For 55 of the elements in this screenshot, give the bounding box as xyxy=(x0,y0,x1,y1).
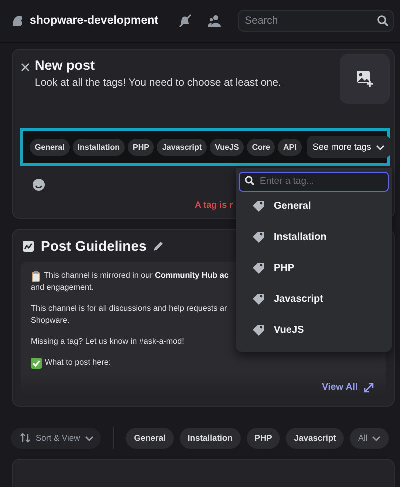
all-tags-button[interactable]: All xyxy=(350,428,389,448)
guideline-text: Missing a tag? Let us know in #ask-a-mod! xyxy=(31,336,184,348)
tag-option[interactable]: Installation xyxy=(239,222,389,253)
sort-view-button[interactable]: Sort & View xyxy=(11,428,102,448)
chevron-down-icon xyxy=(85,434,94,442)
tag-chip[interactable]: Javascript xyxy=(157,138,208,156)
guideline-text: and engagement. xyxy=(31,282,94,294)
guideline-text: This channel is mirrored in our Community Hub ac xyxy=(44,270,229,282)
chevron-down-icon xyxy=(376,144,386,150)
filter-tag[interactable]: Installation xyxy=(180,428,241,448)
tag-icon xyxy=(252,200,265,213)
tag-search-field[interactable]: Enter a tag... xyxy=(239,172,389,192)
tag-icon xyxy=(252,262,265,275)
close-button[interactable] xyxy=(21,63,30,72)
tag-chip[interactable]: VueJS xyxy=(210,138,244,156)
search-icon xyxy=(245,176,255,186)
tag-option[interactable]: Javascript xyxy=(239,284,389,315)
expand-icon[interactable] xyxy=(364,382,374,392)
guidelines-title: Post Guidelines xyxy=(41,238,147,254)
guideline-text: This channel is for all discussions and help requests ar xyxy=(31,303,228,315)
close-icon xyxy=(21,63,30,72)
filter-tag[interactable]: PHP xyxy=(246,428,280,448)
tag-icon xyxy=(252,324,265,337)
server-icon xyxy=(12,15,24,27)
image-add-icon xyxy=(356,70,374,88)
search-icon xyxy=(377,15,389,27)
filter-tag[interactable]: General xyxy=(126,428,174,448)
check-icon xyxy=(31,358,42,368)
sort-icon xyxy=(20,433,31,443)
tag-chip[interactable]: General xyxy=(30,138,70,156)
see-more-tags-button[interactable]: See more tags xyxy=(306,136,392,158)
post-message: Look at all the tags! You need to choose at least one. xyxy=(35,77,282,89)
people-icon[interactable] xyxy=(208,15,222,27)
bell-off-icon[interactable] xyxy=(178,14,192,28)
tag-option[interactable]: VueJS xyxy=(239,315,389,346)
post-title: New post xyxy=(35,58,96,73)
chevron-down-icon xyxy=(372,434,381,442)
pencil-icon[interactable] xyxy=(152,240,164,252)
tag-chip[interactable]: Core xyxy=(247,138,276,156)
tag-option[interactable]: General xyxy=(239,191,389,222)
search-field[interactable]: Search xyxy=(238,10,394,32)
tag-icon xyxy=(252,231,265,244)
view-all-link[interactable]: View All xyxy=(322,382,358,393)
guideline-text: What to post here: xyxy=(45,357,112,369)
tag-chip[interactable]: PHP xyxy=(128,138,154,156)
filter-tag[interactable]: Javascript xyxy=(286,428,344,448)
error-message: A tag is r xyxy=(195,200,234,210)
server-name: shopware-development xyxy=(30,15,158,27)
emoji-icon[interactable] xyxy=(33,179,45,191)
guideline-text: Shopware. xyxy=(31,315,70,327)
tag-chip[interactable]: Installation xyxy=(72,138,126,156)
tag-chip[interactable]: API xyxy=(278,138,302,156)
add-image-button[interactable] xyxy=(340,54,390,104)
tag-option[interactable]: PHP xyxy=(239,253,389,284)
tag-icon xyxy=(252,293,265,306)
